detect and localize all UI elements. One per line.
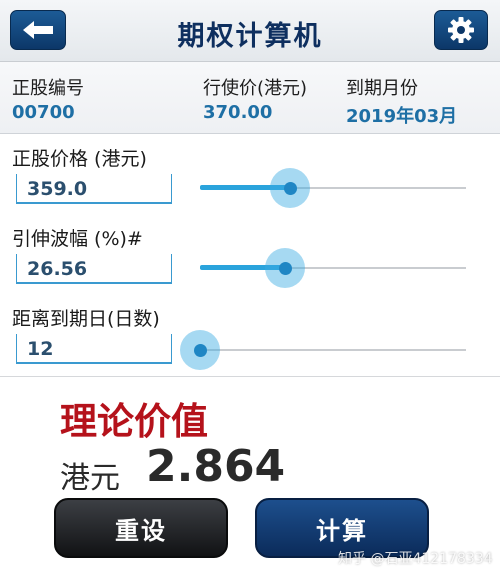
volatility-value: 26.56 bbox=[27, 258, 88, 280]
stock-code-value: 00700 bbox=[12, 102, 75, 123]
expiry-month-value: 2019年03月 bbox=[346, 106, 458, 127]
days-to-expiry-section: 距离到期日(日数) 12 bbox=[0, 296, 500, 376]
slider-track bbox=[200, 349, 466, 351]
stock-code-block: 正股编号 00700 bbox=[12, 74, 84, 123]
result-currency: 港元 bbox=[60, 461, 120, 496]
strike-price-value: 370.00 bbox=[203, 102, 273, 123]
slider-thumb[interactable] bbox=[270, 168, 311, 208]
settings-button[interactable] bbox=[434, 10, 488, 50]
volatility-label: 引伸波幅 (%)# bbox=[12, 228, 143, 250]
slider-thumb[interactable] bbox=[180, 330, 220, 370]
stock-price-label: 正股价格 (港元) bbox=[12, 148, 147, 170]
theoretical-value-title: 理论价值 bbox=[60, 400, 208, 443]
gear-icon bbox=[448, 17, 474, 43]
stock-price-value: 359.0 bbox=[27, 178, 88, 200]
expiry-month-block: 到期月份 2019年03月 bbox=[346, 74, 457, 128]
strike-price-label: 行使价(港元) bbox=[203, 78, 308, 99]
stock-price-section: 正股价格 (港元) 359.0 bbox=[0, 136, 500, 216]
watermark: 知乎 @石亚412178334 bbox=[338, 551, 493, 567]
page-title: 期权计算机 bbox=[177, 21, 323, 52]
reset-button[interactable]: 重设 bbox=[54, 498, 228, 558]
days-to-expiry-input[interactable]: 12 bbox=[16, 334, 172, 364]
days-to-expiry-value: 12 bbox=[27, 338, 54, 360]
theoretical-value: 2.864 bbox=[146, 441, 286, 492]
days-to-expiry-label: 距离到期日(日数) bbox=[12, 308, 160, 330]
app-header: 期权计算机 bbox=[0, 0, 500, 62]
stock-code-label: 正股编号 bbox=[12, 78, 84, 99]
volatility-input[interactable]: 26.56 bbox=[16, 254, 172, 284]
slider-thumb[interactable] bbox=[265, 248, 306, 288]
volatility-section: 引伸波幅 (%)# 26.56 bbox=[0, 216, 500, 296]
strike-price-block: 行使价(港元) 370.00 bbox=[203, 74, 307, 123]
option-info-panel: 正股编号 00700 行使价(港元) 370.00 到期月份 2019年03月 bbox=[0, 62, 500, 134]
stock-price-input[interactable]: 359.0 bbox=[16, 174, 172, 204]
expiry-month-label: 到期月份 bbox=[346, 78, 418, 99]
